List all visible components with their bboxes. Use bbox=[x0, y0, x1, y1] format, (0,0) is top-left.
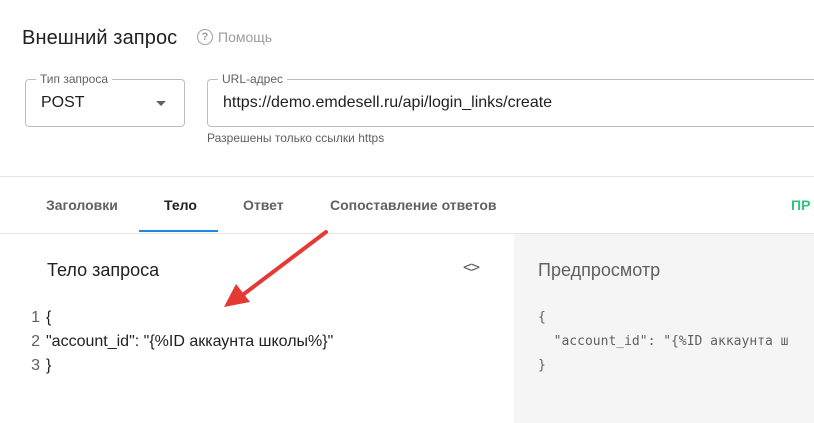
annotation-arrow-icon bbox=[224, 230, 328, 307]
